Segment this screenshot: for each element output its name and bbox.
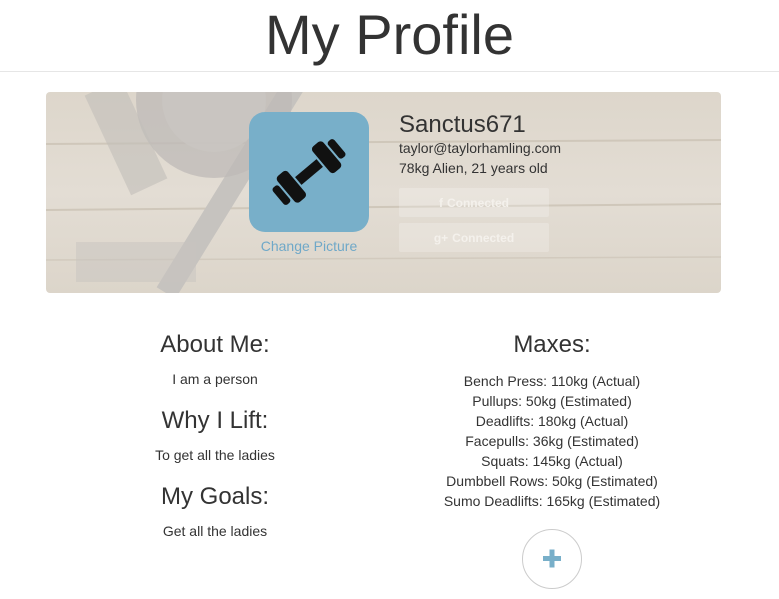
maxes-list: Bench Press: 110kg (Actual) Pullups: 50k… [412,371,692,511]
title-divider [0,71,779,72]
dumbbell-icon [272,139,346,205]
change-picture-link[interactable]: Change Picture [239,238,379,254]
goals-text: Get all the ladies [162,523,268,539]
goals-heading: My Goals: [160,483,270,510]
facebook-connected-button[interactable]: f Connected [399,188,549,217]
add-max-button[interactable] [522,529,582,589]
facebook-button-label: Connected [446,195,509,210]
page-title: My Profile [265,3,514,66]
max-item: Bench Press: 110kg (Actual) [463,373,641,389]
user-stats: 78kg Alien, 21 years old [399,160,548,176]
why-text: To get all the ladies [155,447,275,463]
username: Sanctus671 [399,111,526,138]
about-text: I am a person [172,371,258,387]
max-item: Deadlifts: 180kg (Actual) [475,413,629,429]
maxes-heading: Maxes: [513,331,591,358]
why-heading: Why I Lift: [161,407,269,434]
about-heading: About Me: [160,331,270,358]
google-button-label: Connected [452,230,515,245]
user-email: taylor@taylorhamling.com [399,140,562,156]
max-item: Squats: 145kg (Actual) [481,453,623,469]
profile-banner: Change Picture Sanctus671 taylor@taylorh… [46,92,721,293]
profile-avatar[interactable] [249,112,369,232]
max-item: Sumo Deadlifts: 165kg (Estimated) [443,493,661,509]
max-item: Facepulls: 36kg (Estimated) [465,433,639,449]
max-item: Pullups: 50kg (Estimated) [472,393,632,409]
plus-icon [543,549,561,568]
barbell-background-image [46,92,721,293]
max-item: Dumbbell Rows: 50kg (Estimated) [446,473,658,489]
google-plus-icon: g+ [433,230,449,245]
google-plus-connected-button[interactable]: g+ Connected [399,223,549,252]
facebook-icon: f [438,195,443,210]
